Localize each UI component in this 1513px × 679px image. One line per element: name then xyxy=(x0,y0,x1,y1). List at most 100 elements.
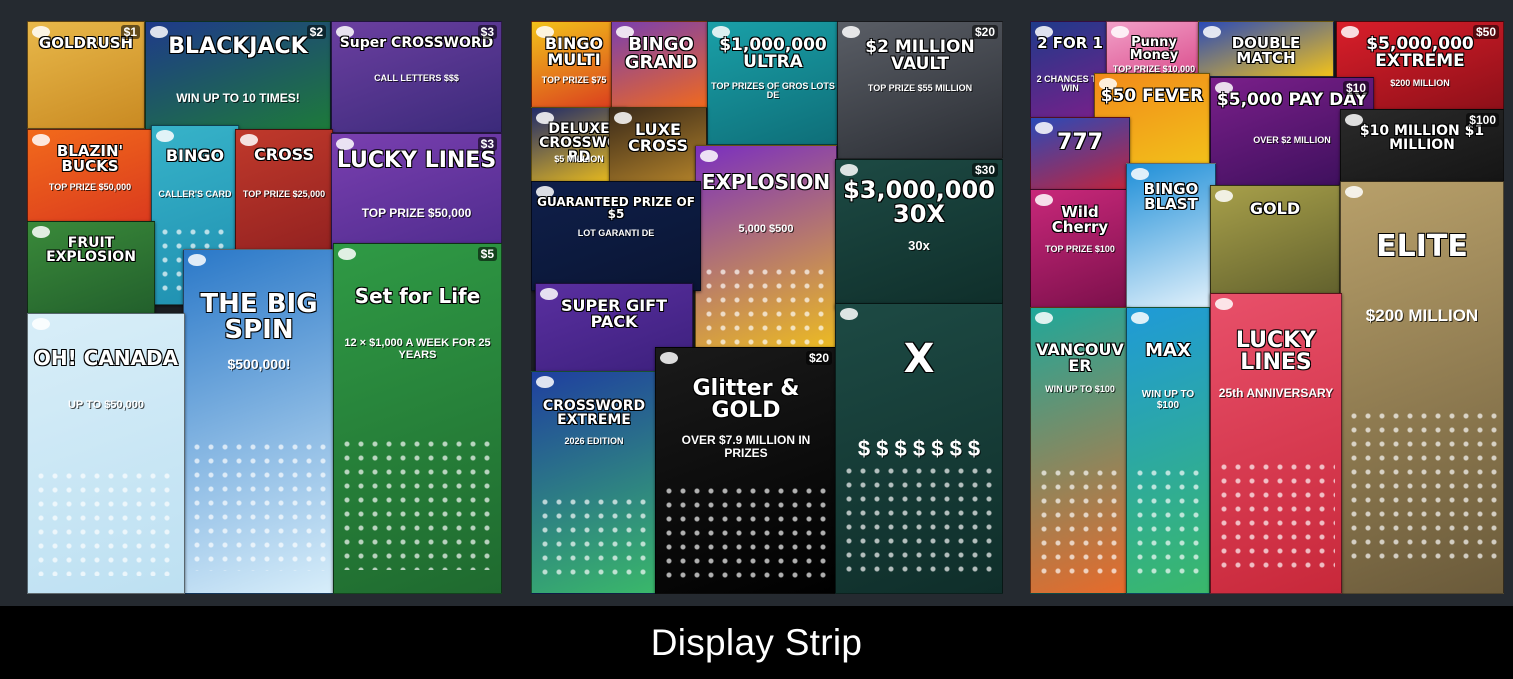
ticket-subtitle: 30x xyxy=(908,238,930,253)
ticket-price: $20 xyxy=(971,25,998,39)
ticket-title: Glitter & GOLD xyxy=(692,376,800,423)
ticket-wild-cherry: Wild Cherry TOP PRIZE $100 xyxy=(1030,189,1130,311)
ticket-subtitle: UP TO $50,000 xyxy=(67,399,145,411)
ticket-title: $5,000,000 EXTREME xyxy=(1366,34,1474,71)
ticket-subtitle: TOP PRIZE $55 MILLION xyxy=(867,83,973,93)
ticket-subtitle: 2026 EDITION xyxy=(564,436,624,446)
ticket-title: Wild Cherry xyxy=(1051,203,1109,236)
caption: Display Strip xyxy=(650,621,863,663)
ticket-subtitle: TOP PRIZE $25,000 xyxy=(242,189,326,199)
ticket-price: $5 xyxy=(477,247,497,261)
scratch-area xyxy=(538,495,650,580)
lottery-logo-icon xyxy=(188,254,206,266)
ticket-glitter-gold: Glitter & GOLD OVER $7.9 MILLION IN PRIZE… xyxy=(655,347,837,594)
lottery-logo-icon xyxy=(1215,298,1233,310)
ticket-title: LUXE CROSS xyxy=(628,120,688,155)
ticket-title: $1,000,000 ULTRA xyxy=(719,35,827,72)
ticket-subtitle: 12 × $1,000 A WEEK FOR 25 YEARS xyxy=(344,337,491,361)
lottery-logo-icon xyxy=(840,308,858,320)
ticket-title: GOLD xyxy=(1249,199,1301,218)
ticket-bingo-grand: BINGO GRAND xyxy=(611,21,711,109)
lottery-logo-icon xyxy=(536,376,554,388)
ticket-price: $50 xyxy=(1472,25,1499,39)
ticket-title: OH! CANADA xyxy=(33,346,179,370)
scratch-area xyxy=(1217,460,1335,574)
ticket-2-million-vault: $2 MILLION VAULT TOP PRIZE $55 MILLION $20 xyxy=(837,21,1003,159)
ticket-title: X xyxy=(903,336,935,382)
scratch-area xyxy=(1133,466,1203,575)
ticket-subtitle: 25th ANNIVERSARY xyxy=(1218,386,1334,400)
ticket-subtitle: WIN UP TO $100 xyxy=(1045,384,1115,394)
ticket-oh-canada: OH! CANADA UP TO $50,000 xyxy=(27,313,185,594)
lottery-logo-icon xyxy=(156,130,174,142)
ticket-price: $10 xyxy=(1342,81,1369,95)
ticket-title: MAX xyxy=(1145,340,1191,361)
ticket-cross: CROSS TOP PRIZE $25,000 xyxy=(235,129,333,269)
ticket-title: Set for Life xyxy=(354,284,481,308)
scratch-area xyxy=(662,484,830,578)
ticket-title: EXPLOSION xyxy=(701,170,831,194)
scratch-area xyxy=(842,464,996,575)
ticket-the-big-spin: THE BIG SPIN $500,000! xyxy=(183,249,335,594)
lottery-logo-icon xyxy=(32,318,50,330)
ticket-title: 777 xyxy=(1057,130,1103,155)
ticket-lucky-lines: LUCKY LINES 25th ANNIVERSARY xyxy=(1210,293,1342,594)
ticket-title: BINGO BLAST xyxy=(1143,180,1199,213)
ticket-title: BLAZIN' BUCKS xyxy=(56,142,124,175)
ticket-set-for-life: Set for Life 12 × $1,000 A WEEK FOR 25 YE… xyxy=(333,243,502,594)
ticket-title: 2 FOR 1 xyxy=(1037,34,1103,52)
ticket-vancouver: VANCOUVER WIN UP TO $100 xyxy=(1030,307,1130,594)
ticket-3-000-000-30x: $3,000,000 30X 30x $30 xyxy=(835,159,1003,309)
ticket-title: $2 MILLION VAULT xyxy=(865,37,975,74)
ticket-subtitle: CALL LETTERS $$$ xyxy=(374,73,459,83)
ticket-max: MAX WIN UP TO $100 xyxy=(1126,307,1210,594)
ticket-title: SUPER GIFT PACK xyxy=(561,296,667,331)
ticket-subtitle: WIN UP TO 10 TIMES! xyxy=(176,91,300,105)
lottery-logo-icon xyxy=(1035,312,1053,324)
ticket-subtitle: LOT GARANTI DE xyxy=(577,228,655,238)
ticket-blackjack: BLACKJACK WIN UP TO 10 TIMES! $2 xyxy=(145,21,331,131)
ticket-title: Super CROSSWORD xyxy=(339,35,494,51)
ticket-title: Punny Money xyxy=(1129,35,1179,63)
ticket-title: BLACKJACK xyxy=(168,34,308,59)
caption-bar: Display Strip xyxy=(0,606,1513,679)
ticket-title: ELITE xyxy=(1376,229,1468,264)
ticket-title: BINGO MULTI xyxy=(544,34,604,69)
ticket-price: $3 xyxy=(477,137,497,151)
lottery-logo-icon xyxy=(840,164,858,176)
ticket-subtitle: WIN UP TO $100 xyxy=(1141,389,1195,411)
ticket-title: BINGO GRAND xyxy=(624,34,698,73)
ticket-elite: ELITE $200 MILLION xyxy=(1340,181,1504,594)
scratch-area xyxy=(340,437,495,570)
lottery-logo-icon xyxy=(1345,186,1363,198)
ticket-price: $1 xyxy=(120,25,140,39)
ticket-subtitle: $ $ $ $ $ $ $ xyxy=(857,436,981,461)
ticket-subtitle: CALLER'S CARD xyxy=(158,189,232,199)
ticket-panel-middle: BINGO MULTI TOP PRIZE $75 BINGO GRAND $1,00… xyxy=(531,21,1003,594)
lottery-logo-icon xyxy=(842,26,860,38)
ticket-title: LUCKY LINES xyxy=(336,148,497,173)
ticket-title: LUCKY LINES xyxy=(1235,328,1317,375)
ticket-panel-left: GOLDRUSH $1 BLACKJACK WIN UP TO 10 TIMES! $2… xyxy=(27,21,502,594)
ticket-panel-right: 2 FOR 12 CHANCES TO WIN Punny Money TOP PR… xyxy=(1030,21,1504,594)
ticket-double-match: DOUBLE MATCH xyxy=(1198,21,1334,77)
ticket-title: $50 FEVER xyxy=(1100,86,1204,106)
scratch-area xyxy=(702,265,830,347)
lottery-logo-icon xyxy=(660,352,678,364)
ticket-subtitle: TOP PRIZES OF GROS LOTS DE xyxy=(711,81,835,101)
ticket-punny-money: Punny Money TOP PRIZE $10,000 xyxy=(1106,21,1202,81)
ticket-subtitle: 5,000 $500 xyxy=(738,223,794,235)
ticket-guaranteed-prize-of-5: GUARANTEED PRIZE OF $5 LOT GARANTI DE xyxy=(531,181,701,291)
ticket-title: $3,000,000 30X xyxy=(843,176,995,228)
ticket-subtitle: TOP PRIZE $50,000 xyxy=(48,182,132,192)
ticket-subtitle: TOP PRIZE $100 xyxy=(1045,244,1115,254)
ticket-crossword-extreme: CROSSWORD EXTREME 2026 EDITION xyxy=(531,371,657,594)
ticket-title: CROSS xyxy=(254,145,314,164)
ticket-price: $2 xyxy=(306,25,326,39)
ticket-subtitle: TOP PRIZE $75 xyxy=(541,75,607,85)
ticket-title: GUARANTEED PRIZE OF $5 xyxy=(537,195,695,221)
scratch-area xyxy=(34,469,178,576)
ticket-title: FRUIT EXPLOSION xyxy=(46,235,136,265)
ticket-x: X $ $ $ $ $ $ $ xyxy=(835,303,1003,594)
ticket-bingo-blast: BINGO BLAST xyxy=(1126,163,1216,313)
